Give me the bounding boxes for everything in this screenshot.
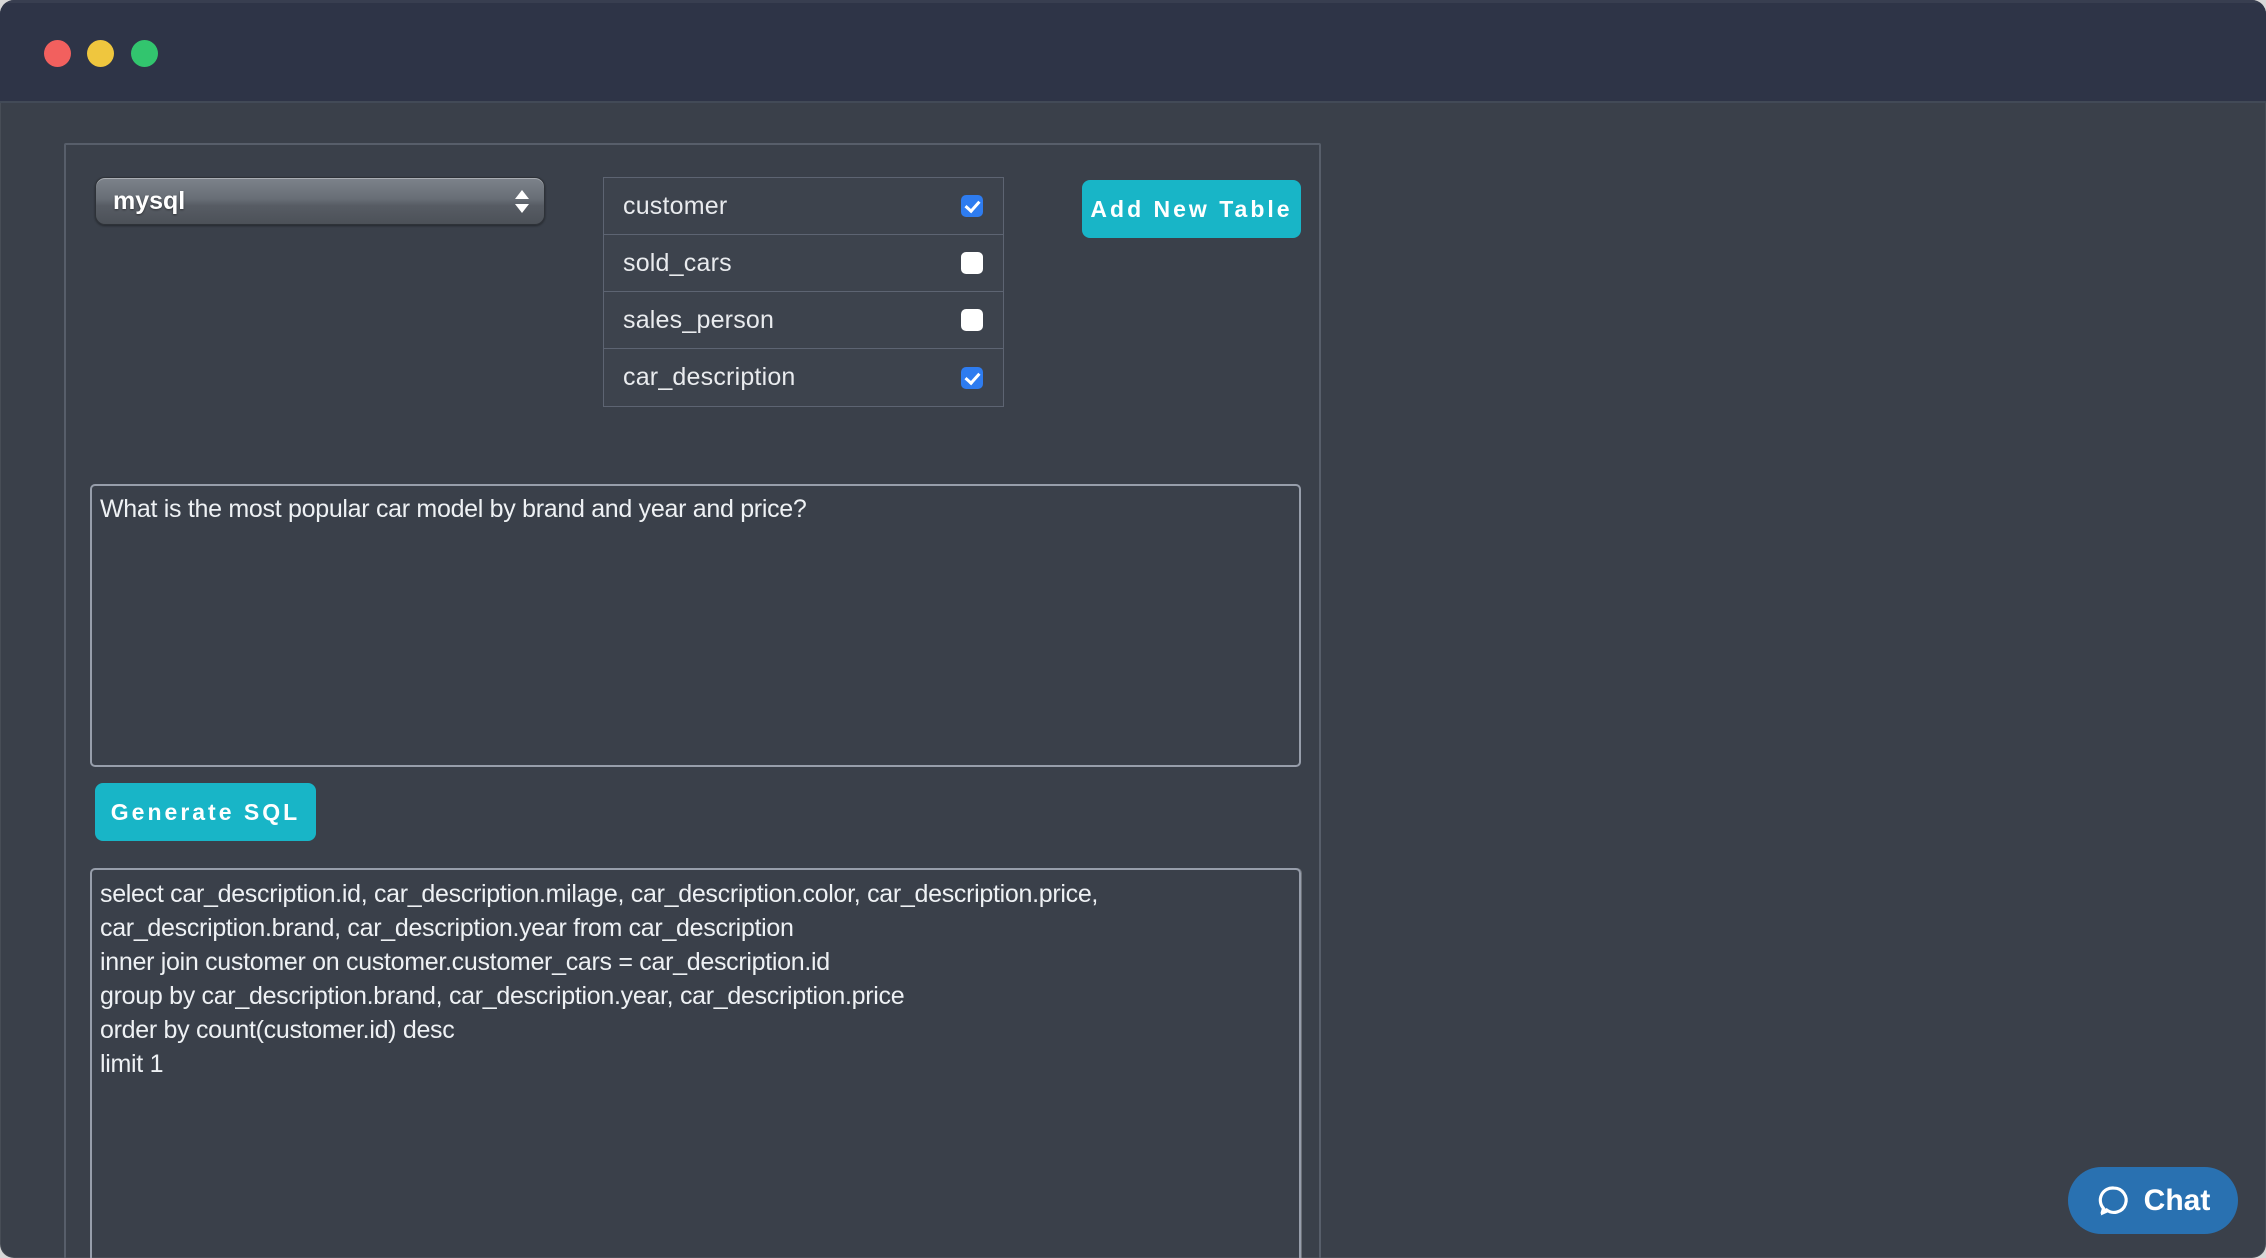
table-name-label: customer bbox=[623, 192, 727, 221]
table-row: sales_person bbox=[604, 292, 1003, 349]
table-name-label: sold_cars bbox=[623, 249, 732, 278]
database-select-value: mysql bbox=[96, 187, 185, 216]
table-name-label: car_description bbox=[623, 363, 796, 392]
sql-output[interactable]: select car_description.id, car_descripti… bbox=[90, 868, 1301, 1258]
add-new-table-button[interactable]: Add New Table bbox=[1082, 180, 1301, 238]
table-row: customer bbox=[604, 178, 1003, 235]
table-checkbox[interactable] bbox=[961, 309, 983, 331]
app-window: mysql customer sold_cars sales_person ca… bbox=[0, 0, 2266, 1258]
speech-bubble-icon bbox=[2096, 1183, 2132, 1219]
table-row: car_description bbox=[604, 349, 1003, 406]
table-name-label: sales_person bbox=[623, 306, 774, 335]
question-input[interactable]: What is the most popular car model by br… bbox=[90, 484, 1301, 767]
chat-button[interactable]: Chat bbox=[2068, 1167, 2238, 1234]
generate-sql-button[interactable]: Generate SQL bbox=[95, 783, 316, 841]
titlebar bbox=[0, 0, 2266, 103]
select-updown-icon bbox=[512, 178, 532, 224]
minimize-button[interactable] bbox=[87, 40, 114, 67]
table-checkbox[interactable] bbox=[961, 252, 983, 274]
table-row: sold_cars bbox=[604, 235, 1003, 292]
table-checkbox[interactable] bbox=[961, 195, 983, 217]
zoom-button[interactable] bbox=[131, 40, 158, 67]
chat-button-label: Chat bbox=[2144, 1184, 2211, 1218]
table-list: customer sold_cars sales_person car_desc… bbox=[603, 177, 1004, 407]
database-select[interactable]: mysql bbox=[95, 177, 545, 225]
close-button[interactable] bbox=[44, 40, 71, 67]
table-checkbox[interactable] bbox=[961, 367, 983, 389]
